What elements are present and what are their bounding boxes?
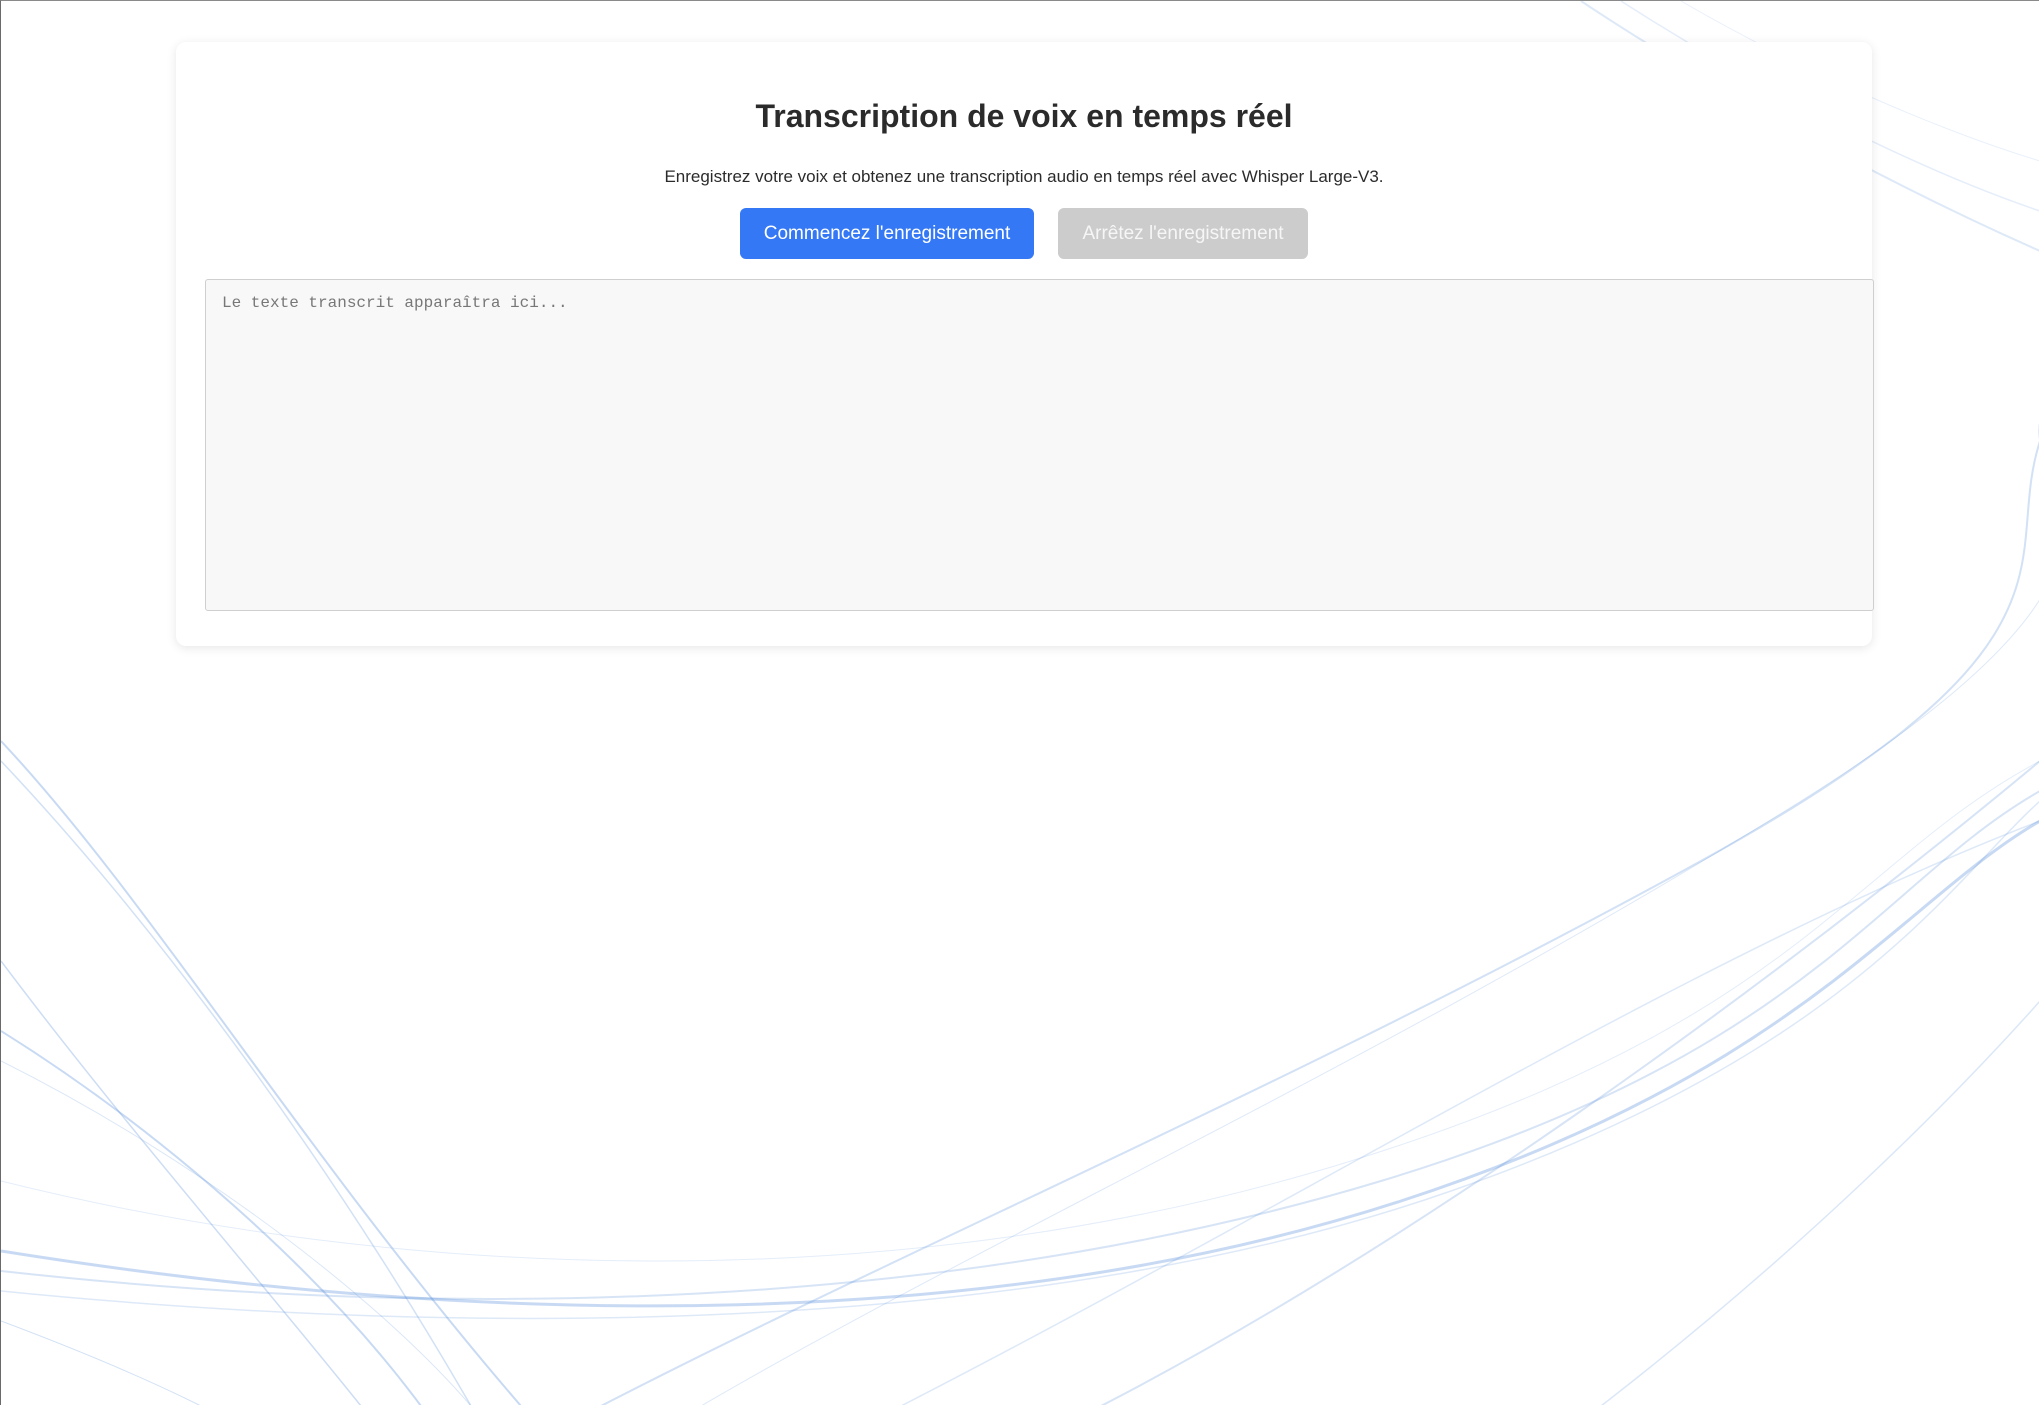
stop-recording-button[interactable]: Arrêtez l'enregistrement bbox=[1058, 208, 1308, 259]
page-title: Transcription de voix en temps réel bbox=[755, 98, 1293, 134]
start-recording-button[interactable]: Commencez l'enregistrement bbox=[740, 208, 1034, 259]
transcription-card: Transcription de voix en temps réel Enre… bbox=[176, 42, 1874, 646]
transcription-textarea[interactable] bbox=[205, 279, 1874, 611]
page-subtitle: Enregistrez votre voix et obtenez une tr… bbox=[664, 167, 1384, 186]
